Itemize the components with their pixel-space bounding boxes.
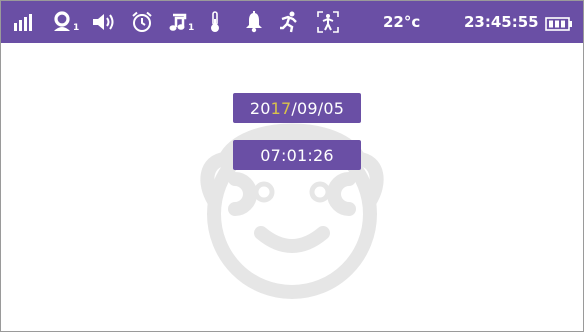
time-value: 07:01:26 [260, 145, 334, 165]
date-part-after: /09/05 [291, 98, 345, 118]
date-selected-digits[interactable]: 17 [271, 99, 292, 118]
speaker-volume-icon [91, 10, 119, 34]
status-bar: 1 1 22°c 23:45:55 [1, 1, 583, 43]
camera-number: 1 [73, 23, 80, 33]
baby-face-icon [200, 123, 384, 299]
bell-icon [244, 10, 264, 34]
music-track-number: 1 [188, 23, 195, 33]
status-clock: 23:45:55 [464, 13, 539, 31]
person-frame-icon [317, 10, 339, 34]
thermometer-icon [209, 10, 221, 34]
music-note-icon: 1 [167, 10, 194, 34]
device-screen: 1 1 22°c 23:45:55 20 17 /09/05 07:01:26 [0, 0, 584, 332]
signal-strength-icon [13, 10, 33, 34]
alarm-clock-icon [131, 10, 153, 34]
date-part-before: 20 [249, 98, 271, 118]
camera-user-icon: 1 [52, 10, 79, 34]
date-field[interactable]: 20 17/09/05 [233, 93, 361, 123]
time-field[interactable]: 07:01:26 [233, 140, 361, 170]
battery-icon [545, 16, 573, 35]
temperature-readout: 22°c [383, 13, 421, 31]
running-person-icon [278, 10, 300, 34]
